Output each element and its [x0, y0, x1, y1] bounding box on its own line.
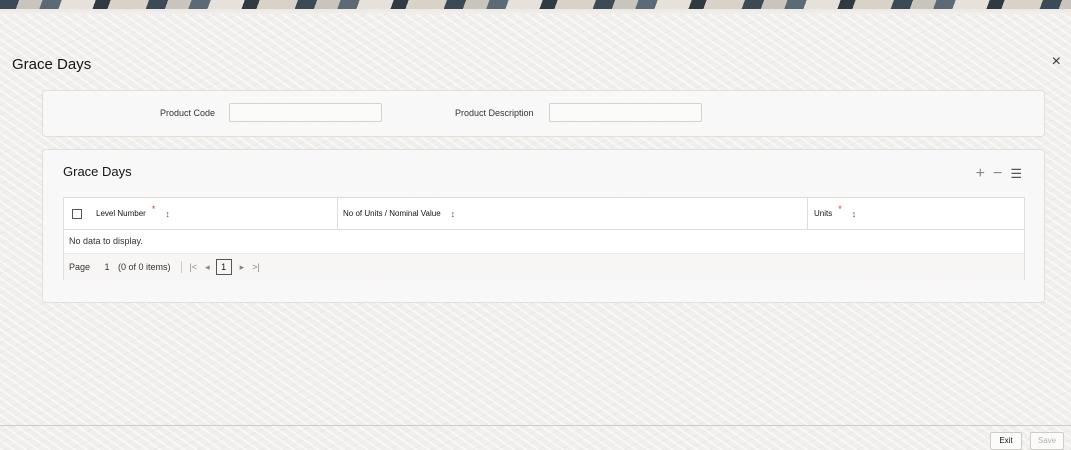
grace-days-table: Level Number * ↕ No of Units / Nominal V… — [63, 197, 1025, 280]
save-button[interactable]: Save — [1030, 432, 1064, 450]
column-label: Units — [814, 209, 833, 218]
current-page-button[interactable]: 1 — [215, 259, 232, 275]
grace-days-panel: Grace Days + − ☰ Level Number * ↕ No of … — [42, 149, 1045, 303]
list-view-icon[interactable]: ☰ — [1010, 166, 1022, 182]
column-units[interactable]: Units * ↕ — [807, 198, 1014, 229]
close-icon[interactable]: × — [1052, 54, 1061, 70]
last-page-icon[interactable]: >| — [252, 262, 260, 272]
first-page-icon[interactable]: |< — [190, 262, 198, 272]
table-header: Level Number * ↕ No of Units / Nominal V… — [64, 198, 1024, 230]
column-label: Level Number — [96, 209, 146, 218]
product-code-input[interactable] — [229, 103, 382, 122]
footer-divider — [0, 425, 1071, 426]
page-number-input[interactable]: 1 — [98, 260, 116, 274]
pagination: Page 1 (0 of 0 items) |< ◂ 1 ▸ >| — [64, 253, 1024, 280]
column-level-number[interactable]: Level Number * ↕ — [96, 198, 170, 229]
sort-icon[interactable]: ↕ — [451, 209, 456, 219]
section-title: Grace Days — [63, 164, 132, 179]
sort-icon[interactable]: ↕ — [852, 209, 857, 219]
remove-row-icon[interactable]: − — [993, 166, 1002, 182]
page-label: Page — [69, 262, 91, 272]
next-page-icon[interactable]: ▸ — [240, 262, 245, 273]
required-marker: * — [151, 203, 156, 214]
page-title: Grace Days — [12, 56, 92, 73]
header-banner — [0, 0, 1071, 14]
add-row-icon[interactable]: + — [976, 166, 985, 182]
select-all-checkbox[interactable] — [72, 208, 82, 219]
pager-divider — [180, 261, 182, 273]
product-description-input[interactable] — [549, 103, 702, 122]
product-description-label: Product Description — [455, 108, 534, 118]
column-label: No of Units / Nominal Value — [343, 209, 441, 218]
column-units-nominal-value[interactable]: No of Units / Nominal Value ↕ — [337, 198, 813, 229]
grid-toolbar: + − ☰ — [976, 166, 1022, 182]
required-marker: * — [838, 203, 842, 214]
product-panel: Product Code Product Description — [42, 90, 1045, 137]
empty-message: No data to display. — [69, 236, 143, 246]
product-code-label: Product Code — [160, 108, 216, 118]
item-count: (0 of 0 items) — [118, 262, 171, 272]
sort-icon[interactable]: ↕ — [165, 209, 170, 219]
exit-button[interactable]: Exit — [990, 432, 1022, 450]
previous-page-icon[interactable]: ◂ — [205, 262, 210, 273]
select-all-cell — [72, 198, 82, 229]
